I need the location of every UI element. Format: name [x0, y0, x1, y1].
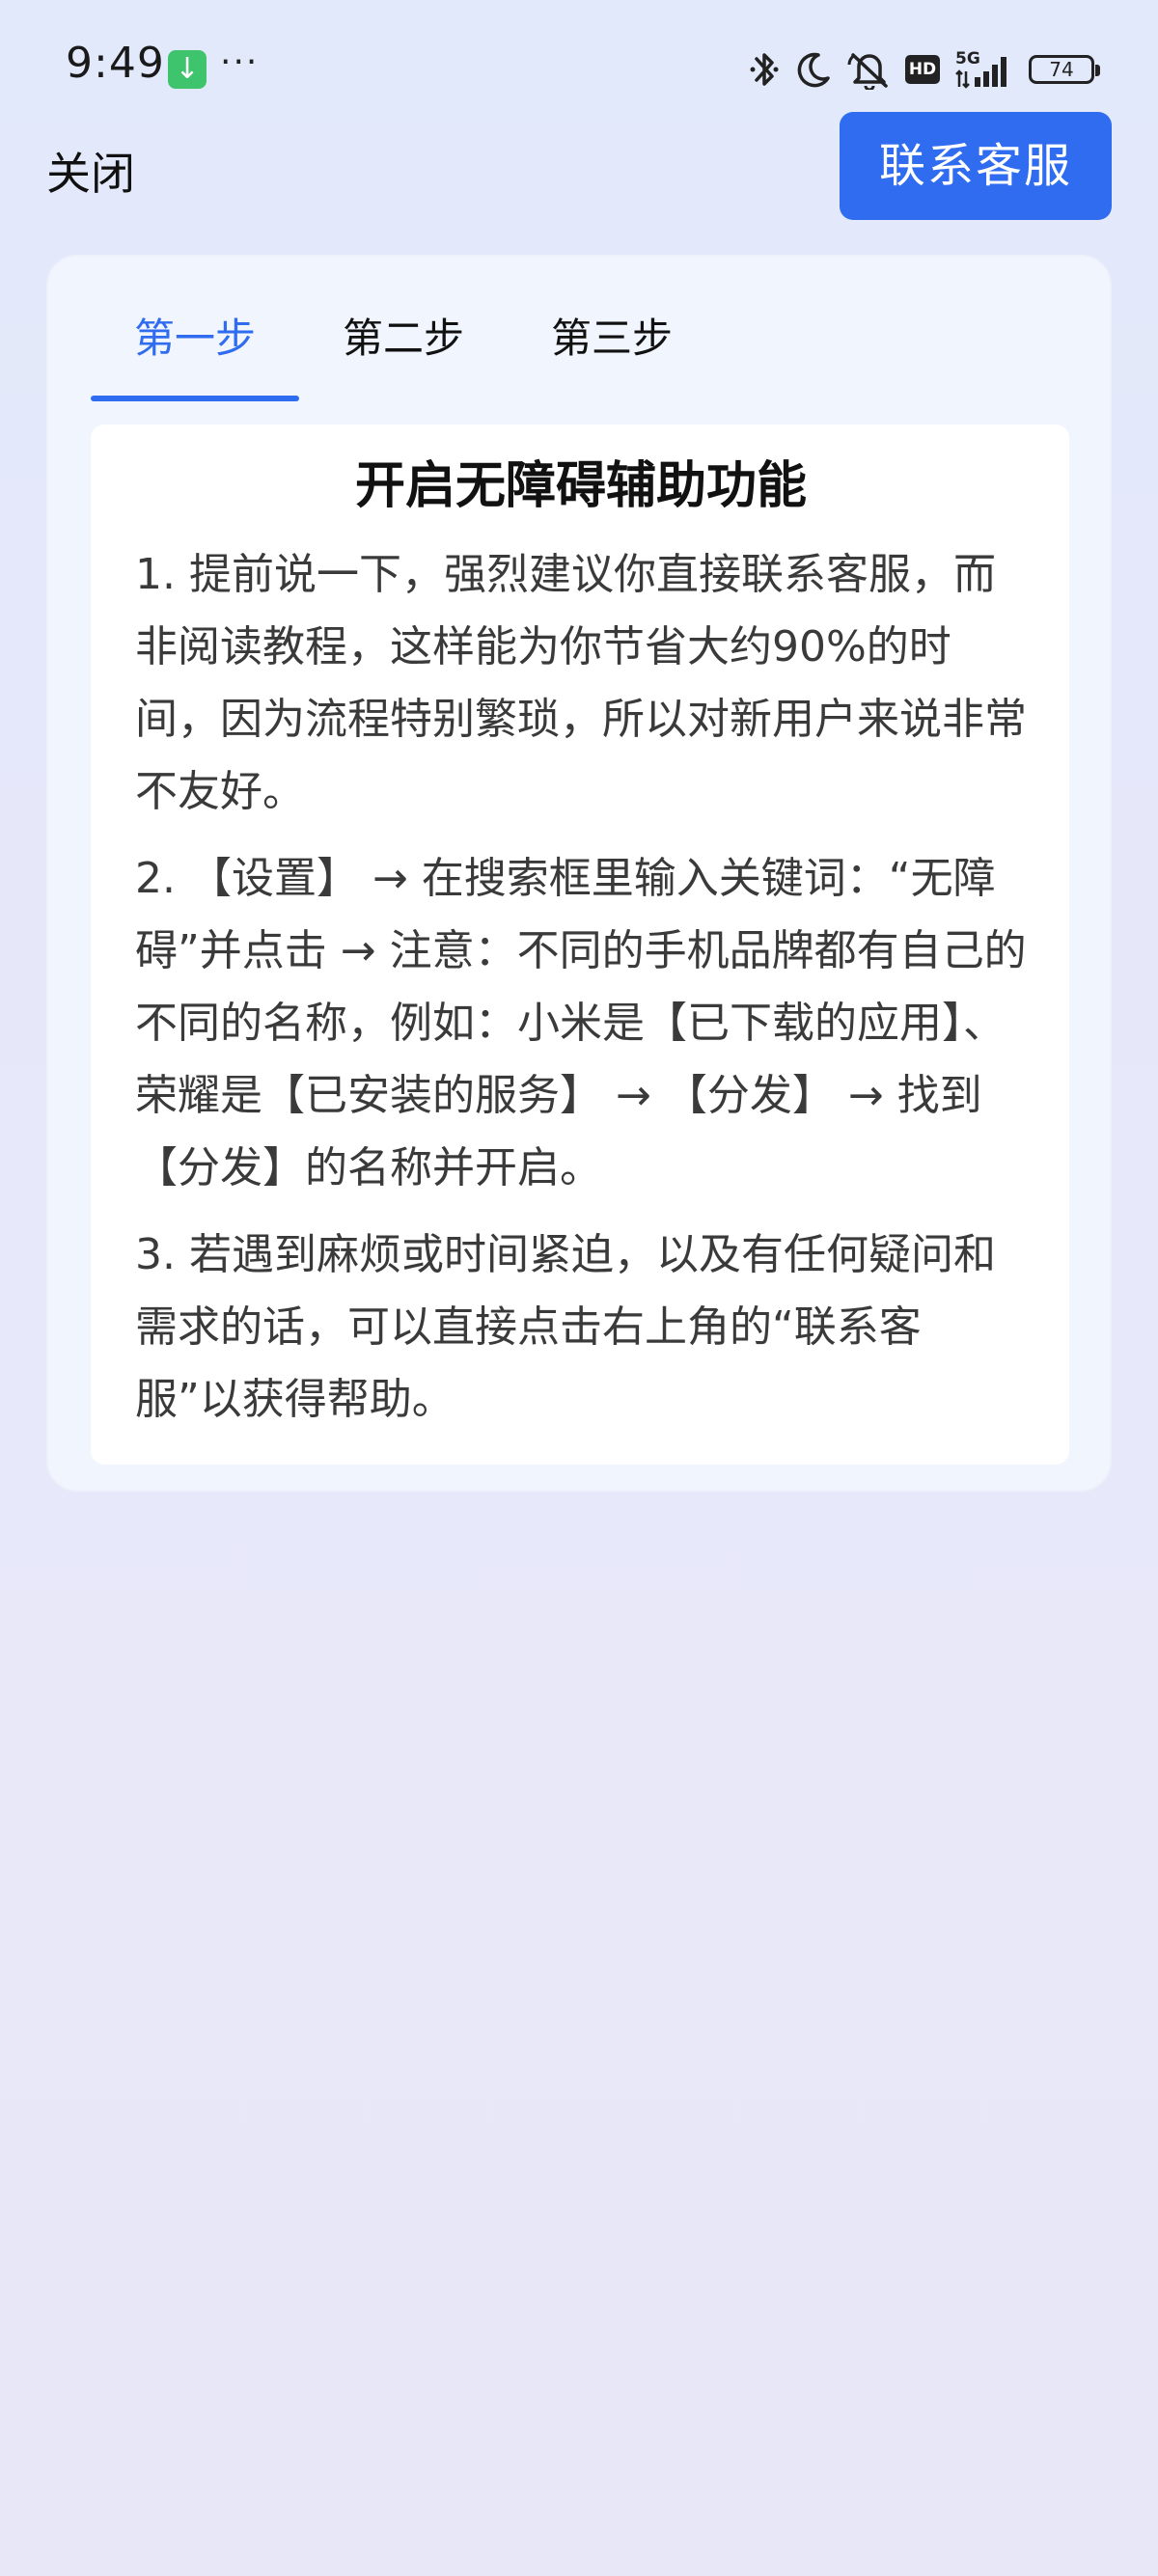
- status-icons: HD 5G 74: [747, 46, 1100, 93]
- network-type-label: 5G: [955, 49, 980, 69]
- instruction-paragraph-1: 1. 提前说一下，强烈建议你直接联系客服，而非阅读教程，这样能为你节省大约90%…: [135, 550, 1027, 816]
- hd-voice-badge: HD: [905, 55, 940, 84]
- instruction-paragraph-2: 2. 【设置】 → 在搜索框里输入关键词：“无障碍”并点击 → 注意：不同的手机…: [135, 854, 1027, 1192]
- tutorial-card: 第一步 第二步 第三步 开启无障碍辅助功能 1. 提前说一下，强烈建议你直接联系…: [46, 255, 1112, 1492]
- step-title: 开启无障碍辅助功能: [354, 457, 807, 515]
- more-notifications-icon: ···: [220, 42, 260, 82]
- muted-bell-icon: [847, 49, 892, 90]
- step-tabs: 第一步 第二步 第三步: [91, 295, 716, 401]
- status-time: 9:49: [66, 39, 165, 88]
- step-content-panel: 开启无障碍辅助功能 1. 提前说一下，强烈建议你直接联系客服，而非阅读教程，这样…: [91, 425, 1069, 1465]
- battery-indicator: 74: [1029, 55, 1100, 84]
- bluetooth-icon: [747, 49, 782, 90]
- contact-customer-service-button[interactable]: 联系客服: [840, 112, 1112, 220]
- tab-step-3[interactable]: 第三步: [508, 295, 716, 401]
- tab-step-2[interactable]: 第二步: [299, 295, 508, 401]
- do-not-disturb-moon-icon: [795, 49, 834, 90]
- download-notification-icon: ↓: [168, 50, 207, 89]
- close-button[interactable]: 关闭: [46, 139, 135, 203]
- tab-step-1[interactable]: 第一步: [91, 295, 299, 401]
- signal-5g-icon: 5G: [953, 48, 1015, 91]
- instruction-paragraph-3: 3. 若遇到麻烦或时间紧迫，以及有任何疑问和需求的话，可以直接点击右上角的“联系…: [135, 1230, 996, 1424]
- status-bar: 9:49 ↓ ··· HD 5G 74: [0, 0, 1158, 125]
